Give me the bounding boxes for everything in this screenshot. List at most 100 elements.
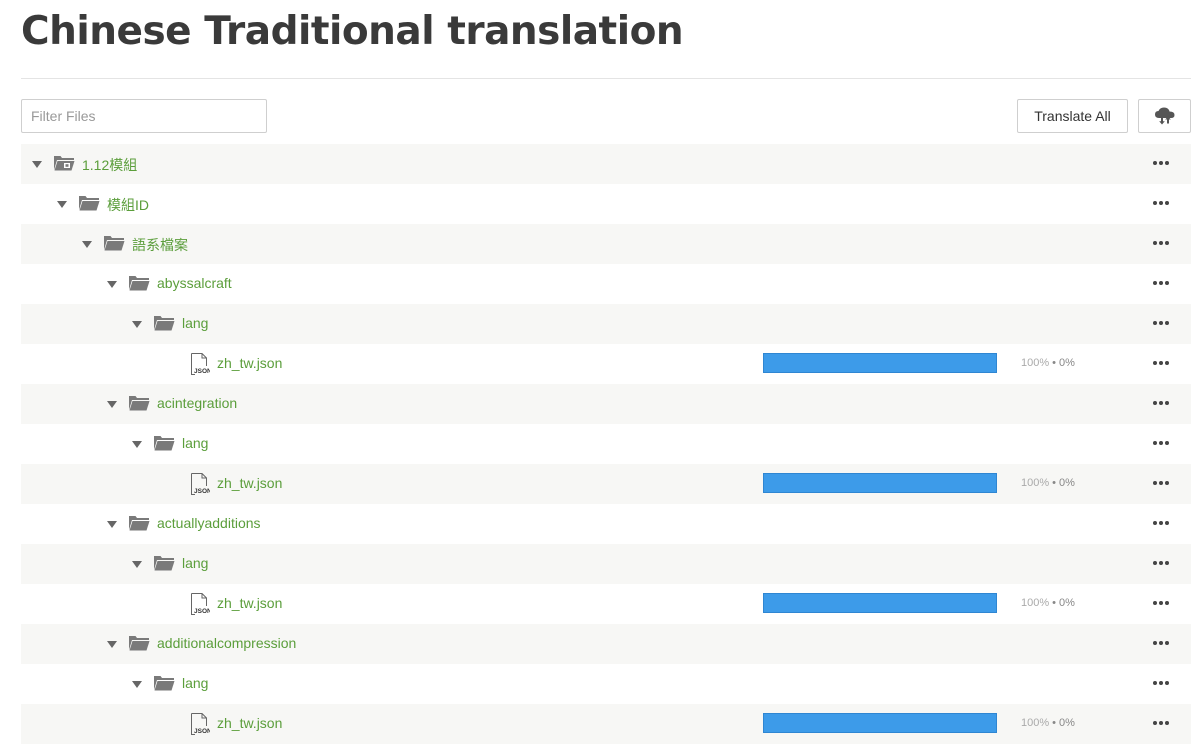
folder-name-link[interactable]: lang bbox=[182, 435, 208, 451]
translation-progress-bar bbox=[763, 713, 997, 733]
more-options-icon[interactable] bbox=[1150, 314, 1172, 332]
collapse-caret-icon[interactable] bbox=[106, 518, 118, 530]
folder-name-link[interactable]: 模組ID bbox=[107, 195, 149, 215]
approved-percent: 0% bbox=[1059, 357, 1075, 369]
more-options-icon[interactable] bbox=[1150, 634, 1172, 652]
folder-open-icon bbox=[129, 516, 150, 531]
folder-row[interactable]: lang bbox=[21, 544, 1191, 584]
folder-open-icon bbox=[104, 236, 125, 251]
collapse-caret-icon[interactable] bbox=[131, 318, 143, 330]
translation-progress-bar bbox=[763, 593, 997, 613]
folder-name-link[interactable]: lang bbox=[182, 555, 208, 571]
folder-open-icon bbox=[129, 396, 150, 411]
collapse-caret-icon[interactable] bbox=[31, 158, 43, 170]
more-options-icon[interactable] bbox=[1150, 394, 1172, 412]
folder-open-icon bbox=[154, 676, 175, 691]
page-title: Chinese Traditional translation bbox=[21, 9, 684, 54]
translated-percent: 100% bbox=[1021, 357, 1050, 369]
folder-name-link[interactable]: abyssalcraft bbox=[157, 275, 232, 291]
collapse-caret-icon[interactable] bbox=[131, 438, 143, 450]
more-options-icon[interactable] bbox=[1150, 594, 1172, 612]
more-options-icon[interactable] bbox=[1150, 274, 1172, 292]
translated-percent: 100% bbox=[1021, 717, 1050, 729]
folder-open-icon bbox=[79, 196, 100, 211]
filter-files-input[interactable] bbox=[21, 99, 267, 133]
file-name-link[interactable]: zh_tw.json bbox=[217, 595, 282, 611]
folder-name-link[interactable]: actuallyadditions bbox=[157, 515, 261, 531]
file-tree: 1.12模組模組ID 語系檔案 abyssalcraft lang JSON zh_tw.… bbox=[21, 144, 1191, 744]
more-options-icon[interactable] bbox=[1150, 554, 1172, 572]
translation-progress-bar bbox=[763, 353, 997, 373]
folder-open-icon bbox=[129, 276, 150, 291]
more-options-icon[interactable] bbox=[1150, 194, 1172, 212]
folder-row[interactable]: lang bbox=[21, 304, 1191, 344]
translated-percent: 100% bbox=[1021, 597, 1050, 609]
json-file-icon: JSON bbox=[191, 353, 210, 375]
collapse-caret-icon[interactable] bbox=[106, 638, 118, 650]
collapse-caret-icon[interactable] bbox=[131, 678, 143, 690]
collapse-caret-icon[interactable] bbox=[81, 238, 93, 250]
folder-name-link[interactable]: lang bbox=[182, 315, 208, 331]
cloud-download-icon bbox=[1154, 107, 1174, 125]
more-options-icon[interactable] bbox=[1150, 514, 1172, 532]
translation-progress-bar bbox=[763, 473, 997, 493]
folder-open-icon bbox=[154, 436, 175, 451]
folder-open-icon bbox=[129, 636, 150, 651]
folder-row[interactable]: lang bbox=[21, 664, 1191, 704]
folder-name-link[interactable]: additionalcompression bbox=[157, 635, 296, 651]
folder-open-icon bbox=[154, 316, 175, 331]
more-options-icon[interactable] bbox=[1150, 674, 1172, 692]
translated-percent: 100% bbox=[1021, 477, 1050, 489]
approved-percent: 0% bbox=[1059, 597, 1075, 609]
folder-row[interactable]: acintegration bbox=[21, 384, 1191, 424]
collapse-caret-icon[interactable] bbox=[106, 398, 118, 410]
file-name-link[interactable]: zh_tw.json bbox=[217, 715, 282, 731]
approved-percent: 0% bbox=[1059, 717, 1075, 729]
json-file-icon: JSON bbox=[191, 713, 210, 735]
json-file-icon: JSON bbox=[191, 593, 210, 615]
stats-separator: • bbox=[1052, 717, 1056, 729]
folder-row[interactable]: additionalcompression bbox=[21, 624, 1191, 664]
file-name-link[interactable]: zh_tw.json bbox=[217, 475, 282, 491]
svg-text:JSON: JSON bbox=[194, 368, 210, 375]
folder-row[interactable]: lang bbox=[21, 424, 1191, 464]
collapse-caret-icon[interactable] bbox=[131, 558, 143, 570]
folder-row[interactable]: abyssalcraft bbox=[21, 264, 1191, 304]
file-row[interactable]: JSON zh_tw.json 100% • 0% bbox=[21, 464, 1191, 504]
folder-row[interactable]: 模組ID bbox=[21, 184, 1191, 224]
folder-name-link[interactable]: 1.12模組 bbox=[82, 155, 137, 175]
file-row[interactable]: JSON zh_tw.json 100% • 0% bbox=[21, 584, 1191, 624]
progress-stats: 100% • 0% bbox=[1021, 597, 1075, 609]
progress-stats: 100% • 0% bbox=[1021, 717, 1075, 729]
folder-name-link[interactable]: lang bbox=[182, 675, 208, 691]
stats-separator: • bbox=[1052, 477, 1056, 489]
svg-text:JSON: JSON bbox=[194, 488, 210, 495]
more-options-icon[interactable] bbox=[1150, 434, 1172, 452]
collapse-caret-icon[interactable] bbox=[56, 198, 68, 210]
stats-separator: • bbox=[1052, 357, 1056, 369]
folder-row[interactable]: actuallyadditions bbox=[21, 504, 1191, 544]
folder-row[interactable]: 1.12模組 bbox=[21, 144, 1191, 184]
collapse-caret-icon[interactable] bbox=[106, 278, 118, 290]
json-file-icon: JSON bbox=[191, 473, 210, 495]
cloud-download-button[interactable] bbox=[1138, 99, 1191, 133]
project-folder-icon bbox=[54, 156, 75, 171]
more-options-icon[interactable] bbox=[1150, 154, 1172, 172]
file-name-link[interactable]: zh_tw.json bbox=[217, 355, 282, 371]
file-row[interactable]: JSON zh_tw.json 100% • 0% bbox=[21, 704, 1191, 744]
stats-separator: • bbox=[1052, 597, 1056, 609]
more-options-icon[interactable] bbox=[1150, 234, 1172, 252]
svg-text:JSON: JSON bbox=[194, 608, 210, 615]
title-divider bbox=[21, 78, 1191, 79]
folder-name-link[interactable]: 語系檔案 bbox=[132, 235, 188, 255]
approved-percent: 0% bbox=[1059, 477, 1075, 489]
translate-all-button[interactable]: Translate All bbox=[1017, 99, 1128, 133]
folder-name-link[interactable]: acintegration bbox=[157, 395, 237, 411]
svg-text:JSON: JSON bbox=[194, 728, 210, 735]
more-options-icon[interactable] bbox=[1150, 474, 1172, 492]
progress-stats: 100% • 0% bbox=[1021, 477, 1075, 489]
file-row[interactable]: JSON zh_tw.json 100% • 0% bbox=[21, 344, 1191, 384]
more-options-icon[interactable] bbox=[1150, 354, 1172, 372]
folder-row[interactable]: 語系檔案 bbox=[21, 224, 1191, 264]
more-options-icon[interactable] bbox=[1150, 714, 1172, 732]
